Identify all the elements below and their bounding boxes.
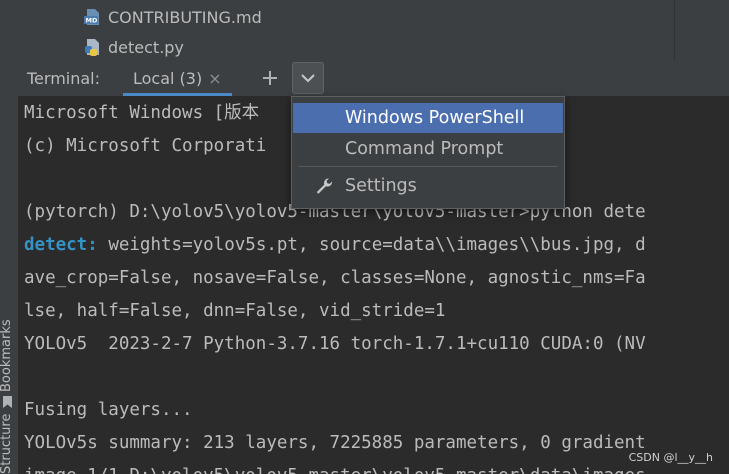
chevron-down-icon	[300, 74, 315, 83]
tree-divider	[674, 0, 675, 60]
menu-separator	[298, 166, 558, 167]
console-line-text: weights=yolov5s.pt, source=data\\images\…	[108, 235, 646, 255]
left-tool-strip: Bookmarks Structure	[0, 0, 19, 474]
console-line: YOLOv5s summary: 213 layers, 7225885 par…	[24, 433, 646, 453]
bookmark-icon	[3, 396, 12, 408]
menu-item-label: Command Prompt	[345, 139, 504, 159]
tab-label: Local (3)	[133, 68, 203, 88]
console-line: Fusing layers...	[24, 400, 193, 420]
menu-item-label: Windows PowerShell	[345, 108, 525, 128]
watermark: CSDN @l__y__h	[628, 451, 713, 464]
console-line: ave_crop=False, nosave=False, classes=No…	[24, 268, 646, 288]
project-tree: MD CONTRIBUTING.md detect.py	[18, 0, 729, 60]
bookmarks-tool-tab[interactable]: Bookmarks	[0, 319, 14, 392]
python-file-icon	[85, 39, 99, 56]
detect-keyword: detect:	[24, 235, 98, 255]
wrench-icon	[316, 178, 333, 194]
console-line: YOLOv5 2023-2-7 Python-3.7.16 torch-1.7.…	[24, 334, 646, 354]
menu-item-settings[interactable]: Settings	[293, 171, 563, 201]
menu-item-label: Settings	[345, 176, 417, 196]
console-line: detect: weights=yolov5s.pt, source=data\…	[24, 230, 646, 260]
terminal-header: Terminal: Local (3) ×	[18, 60, 729, 97]
console-line: lse, half=False, dnn=False, vid_stride=1	[24, 301, 446, 321]
menu-item-command-prompt[interactable]: Command Prompt	[293, 134, 563, 164]
plus-icon	[262, 71, 277, 85]
new-session-menu: Windows PowerShell Command Prompt Settin…	[291, 96, 565, 209]
ide-window: Bookmarks Structure MD CONTRIBUTING.md d…	[0, 0, 729, 474]
tree-item-contributing[interactable]: MD CONTRIBUTING.md	[84, 5, 262, 29]
tree-item-label: detect.py	[108, 37, 184, 57]
markdown-file-icon: MD	[84, 9, 99, 25]
menu-item-windows-powershell[interactable]: Windows PowerShell	[293, 103, 563, 133]
close-icon[interactable]: ×	[208, 69, 221, 88]
tree-item-label: CONTRIBUTING.md	[108, 7, 262, 27]
terminal-title: Terminal:	[27, 68, 101, 88]
console-line: (c) Microsoft Corporati	[24, 136, 267, 156]
svg-text:MD: MD	[86, 17, 98, 25]
tab-local-3[interactable]: Local (3) ×	[123, 60, 232, 96]
new-tab-button[interactable]	[256, 64, 284, 92]
structure-tool-tab[interactable]: Structure	[0, 414, 14, 474]
console-line: Microsoft Windows [版本	[24, 103, 260, 123]
active-tab-indicator	[123, 93, 232, 96]
terminal-dropdown-button[interactable]	[291, 62, 324, 94]
console-line: image 1/1 D:\yolov5\yolov5-master\yolov5…	[24, 461, 646, 474]
tree-item-detect[interactable]: detect.py	[84, 35, 184, 59]
